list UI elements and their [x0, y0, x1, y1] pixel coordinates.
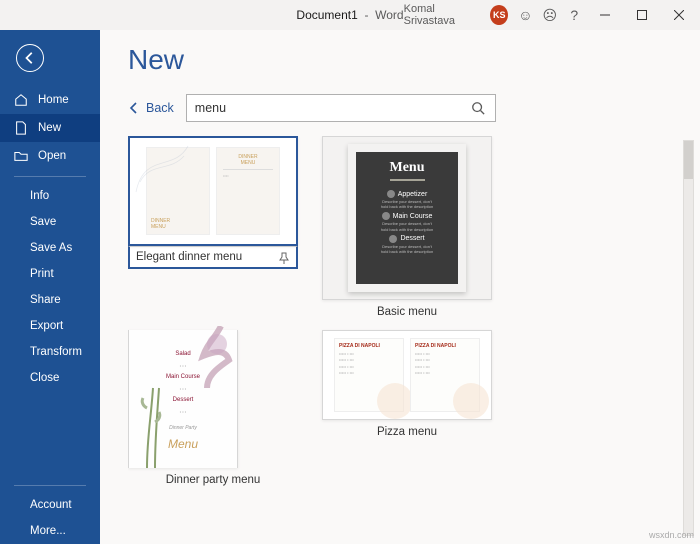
- home-icon: [14, 93, 28, 107]
- template-thumbnail: DINNERMENU DINNERMENU••••: [128, 136, 298, 246]
- back-label: Back: [146, 101, 174, 115]
- sidebar-item-label: Open: [38, 150, 66, 162]
- template-elegant-dinner-menu[interactable]: DINNERMENU DINNERMENU•••• Elegant dinner…: [128, 136, 298, 318]
- document-icon: [14, 121, 28, 135]
- sidebar-item-home[interactable]: Home: [0, 86, 100, 114]
- window-title: Document1 - Word: [296, 8, 403, 22]
- watermark: wsxdn.com: [649, 530, 694, 540]
- help-icon[interactable]: ?: [567, 7, 581, 23]
- template-thumbnail: PIZZA DI NAPOLI ••••• • •••••••• • •••••…: [322, 330, 492, 420]
- content-pane: New Back DINNERMENU DIN: [100, 30, 700, 544]
- maximize-button[interactable]: [628, 3, 655, 27]
- template-dinner-party-menu[interactable]: Salad • • • Main Course • • • Dessert • …: [128, 330, 298, 486]
- sidebar-item-account[interactable]: Account: [0, 492, 100, 518]
- search-box[interactable]: [186, 94, 496, 122]
- sidebar-item-close[interactable]: Close: [0, 365, 100, 391]
- folder-open-icon: [14, 149, 28, 163]
- titlebar: Document1 - Word Komal Srivastava KS ☺ ☹…: [0, 0, 700, 30]
- minimize-button[interactable]: [591, 3, 618, 27]
- scrollbar[interactable]: [683, 140, 694, 536]
- sidebar-item-label: Share: [30, 294, 61, 306]
- template-thumbnail: Salad • • • Main Course • • • Dessert • …: [128, 330, 238, 468]
- sidebar-item-label: Export: [30, 320, 63, 332]
- template-caption: Elegant dinner menu: [136, 251, 278, 263]
- divider: [14, 485, 86, 486]
- sidebar-item-label: Info: [30, 190, 49, 202]
- search-input[interactable]: [195, 101, 469, 115]
- frown-icon[interactable]: ☹: [543, 7, 558, 23]
- sidebar-item-new[interactable]: New: [0, 114, 100, 142]
- template-caption: Basic menu: [322, 300, 492, 318]
- sidebar-item-save[interactable]: Save: [0, 209, 100, 235]
- page-title: New: [128, 44, 672, 76]
- sidebar-item-label: New: [38, 122, 61, 134]
- sidebar-item-print[interactable]: Print: [0, 261, 100, 287]
- sidebar-item-label: More...: [30, 525, 66, 537]
- arrow-left-icon: [128, 102, 140, 114]
- sidebar-item-label: Account: [30, 499, 72, 511]
- divider: [14, 176, 86, 177]
- user-name[interactable]: Komal Srivastava: [404, 3, 481, 27]
- back-link[interactable]: Back: [128, 101, 174, 115]
- back-arrow-button[interactable]: [16, 44, 44, 72]
- template-basic-menu[interactable]: Menu Appetizer Describe your dessert, do…: [322, 136, 492, 318]
- search-icon: [471, 101, 485, 115]
- sidebar: Home New Open Info Save Save As Print Sh…: [0, 30, 100, 544]
- sidebar-item-saveas[interactable]: Save As: [0, 235, 100, 261]
- sidebar-item-share[interactable]: Share: [0, 287, 100, 313]
- sidebar-item-open[interactable]: Open: [0, 142, 100, 170]
- template-pizza-menu[interactable]: PIZZA DI NAPOLI ••••• • •••••••• • •••••…: [322, 330, 492, 486]
- pin-icon[interactable]: [278, 251, 290, 263]
- template-caption: Dinner party menu: [128, 468, 298, 486]
- sidebar-item-label: Transform: [30, 346, 82, 358]
- sidebar-item-info[interactable]: Info: [0, 183, 100, 209]
- sidebar-item-label: Print: [30, 268, 54, 280]
- sidebar-item-export[interactable]: Export: [0, 313, 100, 339]
- close-button[interactable]: [665, 3, 692, 27]
- sidebar-item-label: Close: [30, 372, 59, 384]
- template-caption: Pizza menu: [322, 420, 492, 438]
- sidebar-item-label: Home: [38, 94, 69, 106]
- smile-icon[interactable]: ☺: [518, 7, 532, 23]
- user-avatar[interactable]: KS: [490, 5, 508, 25]
- template-thumbnail: Menu Appetizer Describe your dessert, do…: [322, 136, 492, 300]
- sidebar-item-more[interactable]: More...: [0, 518, 100, 544]
- sidebar-item-label: Save As: [30, 242, 72, 254]
- scrollbar-thumb[interactable]: [684, 141, 693, 179]
- template-gallery: DINNERMENU DINNERMENU•••• Elegant dinner…: [128, 136, 672, 544]
- sidebar-item-transform[interactable]: Transform: [0, 339, 100, 365]
- sidebar-item-label: Save: [30, 216, 56, 228]
- search-button[interactable]: [469, 99, 487, 117]
